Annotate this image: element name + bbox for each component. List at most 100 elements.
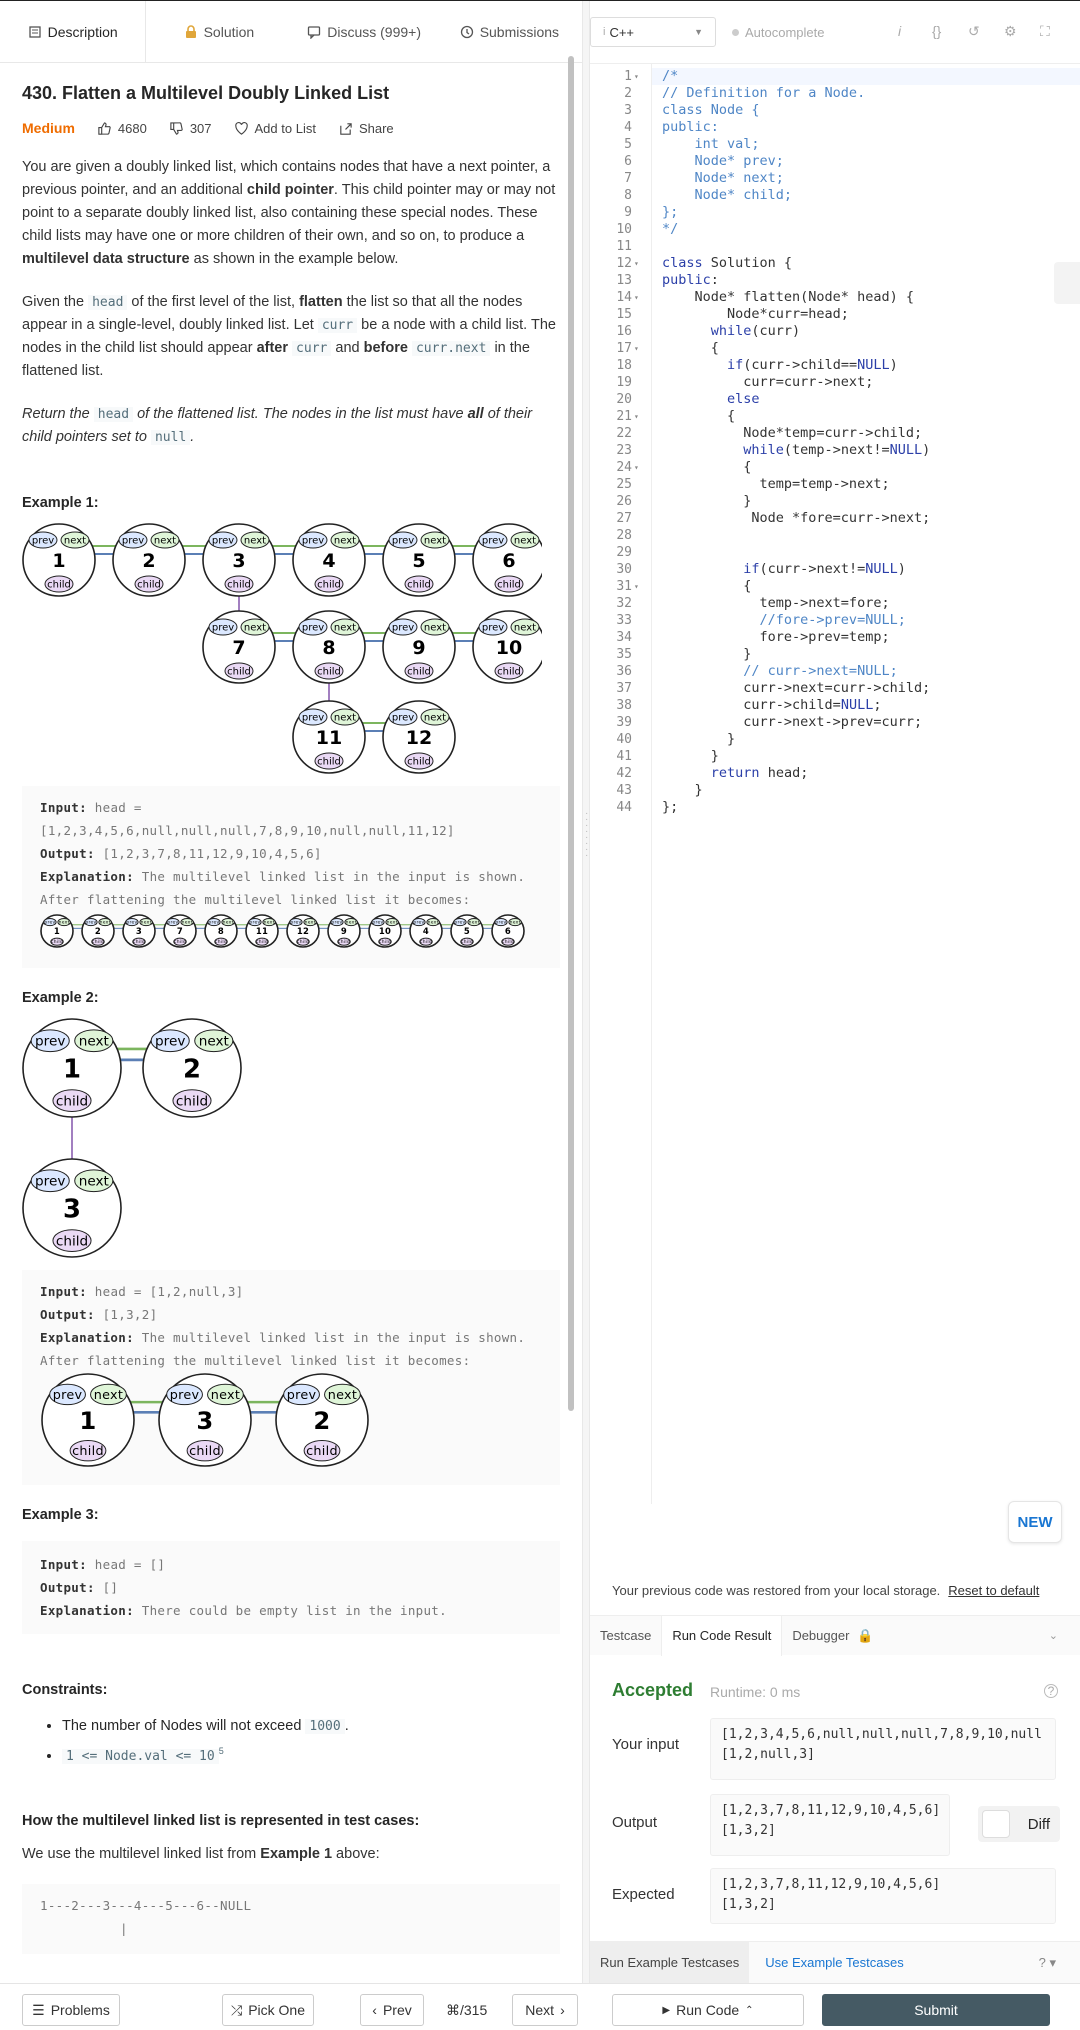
child-label: child: [317, 667, 341, 678]
reset-icon[interactable]: ↺: [968, 23, 980, 40]
pick-one-button[interactable]: ⤮ Pick One: [222, 1994, 314, 2026]
node-value: 3: [63, 1195, 81, 1225]
code-line: Node*curr=head;: [662, 306, 849, 322]
chevron-down-icon[interactable]: ⌄: [1049, 1629, 1058, 1642]
line-number: 9: [624, 205, 632, 220]
code-line: class Solution {: [662, 255, 793, 271]
example-3-block: Input: head = [] Output: [] Explanation:…: [22, 1541, 560, 1634]
child-label: child: [407, 580, 431, 591]
child-label: child: [407, 757, 431, 768]
like-button[interactable]: 4680: [97, 121, 147, 136]
autocomplete-toggle[interactable]: Autocomplete: [732, 25, 825, 40]
panel-resize-handle[interactable]: [582, 1, 590, 1983]
help-icon[interactable]: ? ▾: [1039, 1955, 1056, 1971]
code-line: */: [662, 221, 679, 237]
fold-arrow-icon[interactable]: ▾: [634, 578, 639, 595]
next-label: next: [510, 920, 521, 926]
next-label: next: [211, 1388, 240, 1403]
prev-label: prev: [372, 920, 383, 926]
line-number: 6: [624, 154, 632, 169]
line-number: 42: [616, 766, 632, 781]
fold-arrow-icon[interactable]: ▾: [634, 408, 639, 425]
prev-label: prev: [35, 1174, 65, 1190]
new-feature-button[interactable]: NEW: [1008, 1501, 1062, 1543]
side-panel-tab[interactable]: [1054, 262, 1080, 304]
description-scrollbar[interactable]: [568, 56, 574, 1411]
problems-button[interactable]: ☰ Problems: [22, 1994, 120, 2026]
code-line: int val;: [662, 136, 760, 152]
code-line: return head;: [710, 765, 809, 781]
fold-arrow-icon[interactable]: ▾: [634, 255, 639, 272]
settings-icon[interactable]: ⚙: [1004, 23, 1017, 40]
line-number: 33: [616, 613, 632, 628]
help-icon[interactable]: ?: [1044, 1684, 1058, 1698]
next-label: next: [154, 536, 176, 547]
bold-term: child pointer: [246, 182, 334, 198]
tab-submissions[interactable]: Submissions: [437, 1, 582, 63]
line-number: 40: [616, 732, 632, 747]
run-code-button[interactable]: ▶ Run Code ⌃: [612, 1994, 804, 2026]
fold-arrow-icon[interactable]: ▾: [634, 68, 639, 85]
fold-arrow-icon[interactable]: ▾: [634, 289, 639, 306]
prev-button[interactable]: ‹ Prev: [360, 1994, 424, 2026]
example-output: [1,3,2]: [102, 1307, 158, 1322]
repr-code-line: 1---2---3---4---5---6--NULL: [40, 1897, 252, 1913]
dislike-button[interactable]: 307: [169, 121, 212, 136]
run-example-testcases-button[interactable]: Run Example Testcases: [590, 1941, 750, 1984]
shuffle-icon: ⤮: [230, 2001, 243, 2018]
node-value: 11: [316, 727, 342, 749]
code-line: curr=curr->next;: [662, 374, 874, 390]
next-label: next: [244, 536, 266, 547]
child-label: child: [338, 939, 350, 945]
text: Given the: [22, 294, 89, 310]
next-label: next: [59, 920, 70, 926]
code-line: curr->child=NULL;: [662, 697, 882, 713]
fold-arrow-icon[interactable]: ▾: [634, 459, 639, 476]
use-example-testcases-link[interactable]: Use Example Testcases: [765, 1955, 904, 1970]
diff-label: Diff: [1027, 1815, 1050, 1833]
lock-icon: [185, 24, 196, 38]
problem-meta: Medium 4680 307 Add to List Share: [22, 120, 560, 136]
child-label: child: [92, 939, 104, 945]
info-icon[interactable]: i: [898, 23, 901, 39]
tab-run-code-result[interactable]: Run Code Result: [661, 1615, 783, 1656]
reset-to-default-link[interactable]: Reset to default: [948, 1583, 1039, 1598]
next-label: next: [264, 920, 275, 926]
inline-code: head: [88, 295, 128, 310]
page-count: /315: [460, 2002, 488, 2018]
language-select[interactable]: i C++ ▼: [590, 17, 716, 47]
next-button[interactable]: Next ›: [512, 1994, 578, 2026]
tab-solution[interactable]: Solution: [146, 1, 291, 63]
prev-label: prev: [392, 536, 414, 547]
tab-testcase[interactable]: Testcase: [590, 1616, 661, 1656]
diff-toggle[interactable]: Diff: [978, 1806, 1060, 1842]
add-to-list-button[interactable]: Add to List: [234, 121, 316, 136]
child-label: child: [297, 939, 309, 945]
next-label: next: [141, 920, 152, 926]
line-number: 18: [616, 358, 632, 373]
example-1-flattened-diagram: prev nextchild1prev nextchild2prev nextchil…: [40, 914, 525, 948]
tab-discuss-label: Discuss (999+): [327, 23, 421, 40]
bold-term: before: [363, 340, 408, 356]
tab-description[interactable]: Description: [0, 1, 147, 63]
tab-debugger[interactable]: Debugger 🔒: [782, 1616, 883, 1656]
tab-debugger-label: Debugger: [792, 1628, 850, 1643]
child-label: child: [56, 1233, 88, 1249]
prev-label: prev: [167, 920, 178, 926]
node-value: 1: [63, 1055, 81, 1085]
submit-button[interactable]: Submit: [822, 1994, 1050, 2026]
tab-discuss[interactable]: Discuss (999+): [292, 1, 437, 63]
prev-label: prev: [302, 623, 324, 634]
line-number: 14 ▾: [616, 290, 639, 305]
share-button[interactable]: Share: [338, 121, 394, 136]
code-editor[interactable]: 1 ▾ 2 3 4 5 6 7 8 9 10 11 12 ▾ 13 14 ▾ 15 16 17 ▾ 18 19 20 21 ▾ 22…: [590, 63, 1080, 1504]
child-label: child: [56, 1093, 88, 1109]
fold-arrow-icon[interactable]: ▾: [634, 340, 639, 357]
code-line: }: [662, 731, 736, 747]
play-icon: ▶: [662, 2004, 671, 2016]
prev-label: prev: [32, 536, 54, 547]
fullscreen-icon[interactable]: ⛶: [1040, 23, 1050, 40]
line-number: 27: [616, 511, 632, 526]
toggle-dot-icon: [732, 28, 739, 36]
braces-icon[interactable]: {}: [932, 23, 941, 39]
